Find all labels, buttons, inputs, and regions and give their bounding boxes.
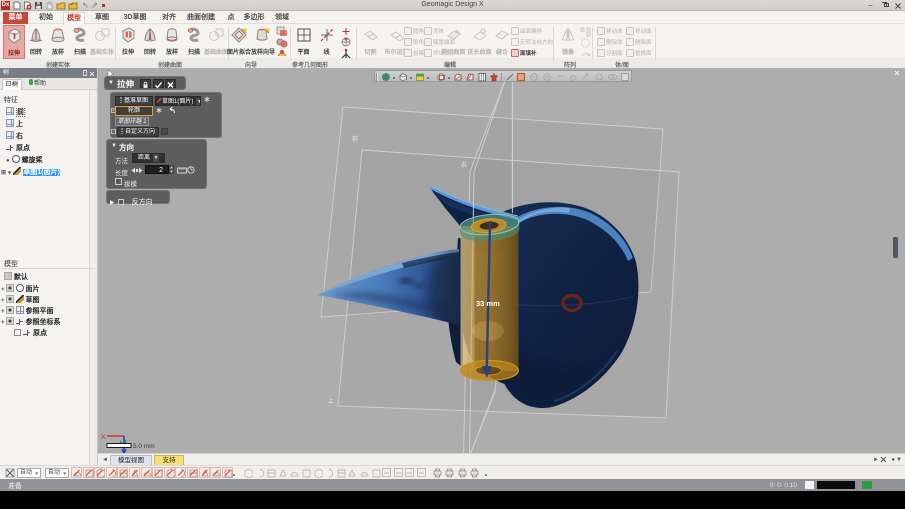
svg-text:X: X [101,434,106,441]
svg-text:33 mm: 33 mm [476,299,500,308]
svg-text:右: 右 [461,161,467,169]
svg-text:5.0 mm: 5.0 mm [133,443,155,450]
svg-text:前: 前 [352,135,358,143]
svg-text:上: 上 [328,397,334,405]
